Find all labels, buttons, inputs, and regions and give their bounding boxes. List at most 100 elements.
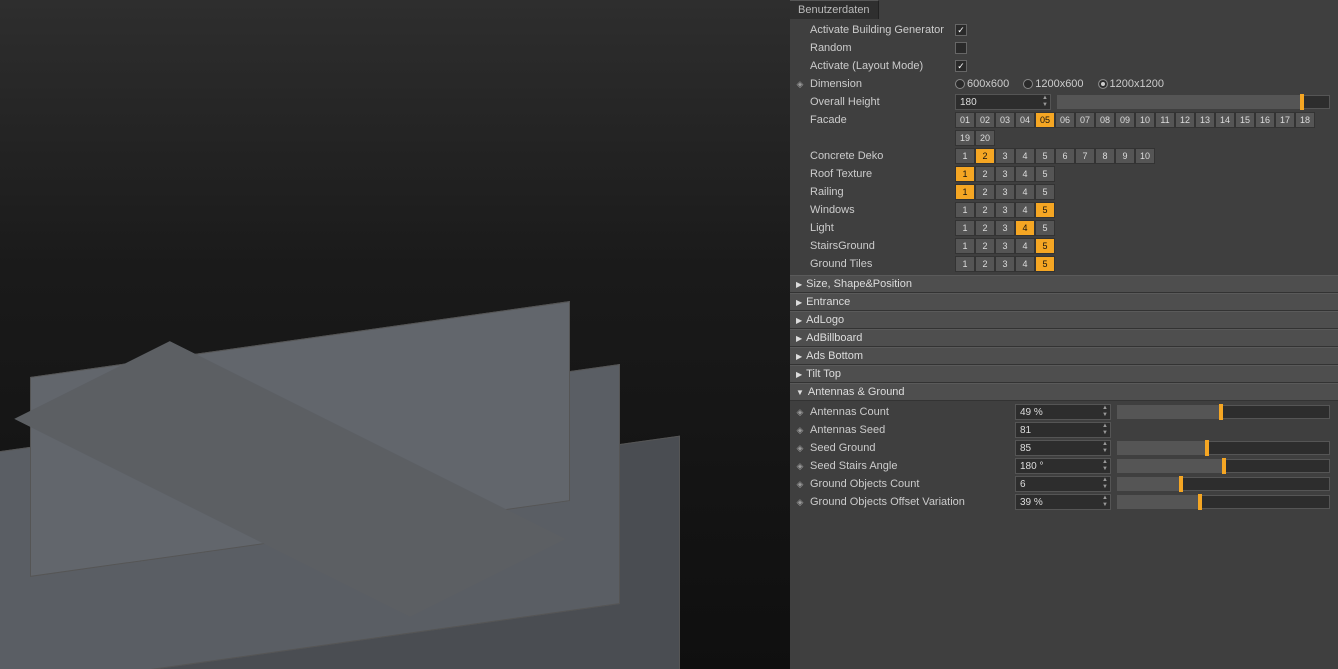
accordion-adbillboard[interactable]: ▶AdBillboard [790, 329, 1338, 347]
option-5[interactable]: 5 [1035, 256, 1055, 272]
option-17[interactable]: 17 [1275, 112, 1295, 128]
keyframe-icon[interactable]: ◈ [794, 460, 806, 472]
keyframe-icon[interactable]: ◈ [794, 442, 806, 454]
option-3[interactable]: 3 [995, 202, 1015, 218]
option-12[interactable]: 12 [1175, 112, 1195, 128]
option-11[interactable]: 11 [1155, 112, 1175, 128]
option-06[interactable]: 06 [1055, 112, 1075, 128]
radio-1200x600[interactable]: 1200x600 [1023, 78, 1083, 90]
option-08[interactable]: 08 [1095, 112, 1115, 128]
option-2[interactable]: 2 [975, 148, 995, 164]
chevron-right-icon: ▶ [796, 370, 802, 379]
option-5[interactable]: 5 [1035, 184, 1055, 200]
option-8[interactable]: 8 [1095, 148, 1115, 164]
option-5[interactable]: 5 [1035, 202, 1055, 218]
option-18[interactable]: 18 [1295, 112, 1315, 128]
option-1[interactable]: 1 [955, 148, 975, 164]
option-1[interactable]: 1 [955, 256, 975, 272]
radio-1200x1200[interactable]: 1200x1200 [1098, 78, 1164, 90]
option-2[interactable]: 2 [975, 256, 995, 272]
ground-objects-count-slider[interactable] [1117, 477, 1330, 491]
checkbox-random[interactable] [955, 42, 967, 54]
keyframe-icon[interactable]: ◈ [794, 478, 806, 490]
option-19[interactable]: 19 [955, 130, 975, 146]
keyframe-icon[interactable]: ◈ [794, 496, 806, 508]
seed-stairs-angle-input[interactable]: 180 °▲▼ [1015, 458, 1111, 474]
option-9[interactable]: 9 [1115, 148, 1135, 164]
option-4[interactable]: 4 [1015, 220, 1035, 236]
option-3[interactable]: 3 [995, 166, 1015, 182]
antennas-count-input[interactable]: 49 %▲▼ [1015, 404, 1111, 420]
option-07[interactable]: 07 [1075, 112, 1095, 128]
option-15[interactable]: 15 [1235, 112, 1255, 128]
option-3[interactable]: 3 [995, 184, 1015, 200]
checkbox-activate-building-generator[interactable] [955, 24, 967, 36]
option-4[interactable]: 4 [1015, 256, 1035, 272]
option-05[interactable]: 05 [1035, 112, 1055, 128]
option-02[interactable]: 02 [975, 112, 995, 128]
seed-ground-slider[interactable] [1117, 441, 1330, 455]
option-4[interactable]: 4 [1015, 166, 1035, 182]
option-13[interactable]: 13 [1195, 112, 1215, 128]
option-2[interactable]: 2 [975, 238, 995, 254]
option-14[interactable]: 14 [1215, 112, 1235, 128]
option-7[interactable]: 7 [1075, 148, 1095, 164]
option-1[interactable]: 1 [955, 238, 975, 254]
option-3[interactable]: 3 [995, 256, 1015, 272]
row-antennas-seed: ◈ Antennas Seed 81▲▼ [790, 421, 1338, 439]
chevron-right-icon: ▶ [796, 334, 802, 343]
option-4[interactable]: 4 [1015, 238, 1035, 254]
option-10[interactable]: 10 [1135, 148, 1155, 164]
antennas-seed-input[interactable]: 81▲▼ [1015, 422, 1111, 438]
option-2[interactable]: 2 [975, 184, 995, 200]
option-01[interactable]: 01 [955, 112, 975, 128]
option-3[interactable]: 3 [995, 220, 1015, 236]
option-04[interactable]: 04 [1015, 112, 1035, 128]
option-03[interactable]: 03 [995, 112, 1015, 128]
panel-tab-benutzerdaten[interactable]: Benutzerdaten [790, 0, 879, 19]
accordion-adlogo[interactable]: ▶AdLogo [790, 311, 1338, 329]
keyframe-icon[interactable]: ◈ [794, 406, 806, 418]
accordion-ads-bottom[interactable]: ▶Ads Bottom [790, 347, 1338, 365]
overall-height-input[interactable]: 180 ▲▼ [955, 94, 1051, 110]
antennas-count-slider[interactable] [1117, 405, 1330, 419]
accordion-tilt-top[interactable]: ▶Tilt Top [790, 365, 1338, 383]
option-16[interactable]: 16 [1255, 112, 1275, 128]
ground-objects-count-input[interactable]: 6▲▼ [1015, 476, 1111, 492]
option-5[interactable]: 5 [1035, 148, 1055, 164]
keyframe-icon[interactable]: ◈ [794, 424, 806, 436]
option-4[interactable]: 4 [1015, 184, 1035, 200]
ground-objects-offset-variation-slider[interactable] [1117, 495, 1330, 509]
option-20[interactable]: 20 [975, 130, 995, 146]
option-3[interactable]: 3 [995, 238, 1015, 254]
accordion-size-shape-position[interactable]: ▶Size, Shape&Position [790, 275, 1338, 293]
option-1[interactable]: 1 [955, 202, 975, 218]
option-3[interactable]: 3 [995, 148, 1015, 164]
accordion-antennas-ground[interactable]: ▼Antennas & Ground [790, 383, 1338, 401]
light-buttons: 12345 [955, 220, 1055, 236]
option-4[interactable]: 4 [1015, 148, 1035, 164]
option-5[interactable]: 5 [1035, 238, 1055, 254]
option-6[interactable]: 6 [1055, 148, 1075, 164]
render-viewport[interactable] [0, 0, 790, 669]
option-1[interactable]: 1 [955, 166, 975, 182]
option-1[interactable]: 1 [955, 220, 975, 236]
row-ground-objects-count: ◈ Ground Objects Count 6▲▼ [790, 475, 1338, 493]
seed-ground-input[interactable]: 85▲▼ [1015, 440, 1111, 456]
option-10[interactable]: 10 [1135, 112, 1155, 128]
option-2[interactable]: 2 [975, 220, 995, 236]
keyframe-icon[interactable]: ◈ [794, 78, 806, 90]
overall-height-slider[interactable] [1057, 95, 1330, 109]
option-5[interactable]: 5 [1035, 220, 1055, 236]
option-2[interactable]: 2 [975, 166, 995, 182]
seed-stairs-angle-slider[interactable] [1117, 459, 1330, 473]
ground-objects-offset-variation-input[interactable]: 39 %▲▼ [1015, 494, 1111, 510]
checkbox-activate-layout-mode[interactable] [955, 60, 967, 72]
option-2[interactable]: 2 [975, 202, 995, 218]
option-5[interactable]: 5 [1035, 166, 1055, 182]
option-1[interactable]: 1 [955, 184, 975, 200]
radio-600x600[interactable]: 600x600 [955, 78, 1009, 90]
option-4[interactable]: 4 [1015, 202, 1035, 218]
accordion-entrance[interactable]: ▶Entrance [790, 293, 1338, 311]
option-09[interactable]: 09 [1115, 112, 1135, 128]
